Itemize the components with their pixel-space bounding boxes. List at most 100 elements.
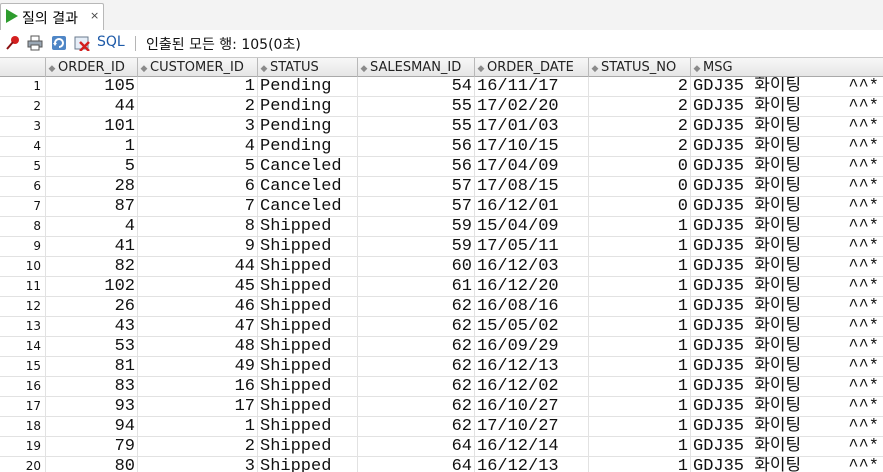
- cell-msg[interactable]: GDJ35 화이팅 ^^*: [691, 137, 883, 156]
- cell-status[interactable]: Shipped: [258, 437, 358, 456]
- cell-msg[interactable]: GDJ35 화이팅 ^^*: [691, 337, 883, 356]
- cell-salesman-id[interactable]: 55: [358, 97, 475, 116]
- cell-order-id[interactable]: 28: [46, 177, 138, 196]
- cell-salesman-id[interactable]: 59: [358, 237, 475, 256]
- cell-order-id[interactable]: 53: [46, 337, 138, 356]
- cell-msg[interactable]: GDJ35 화이팅 ^^*: [691, 417, 883, 436]
- cell-salesman-id[interactable]: 62: [358, 377, 475, 396]
- table-row[interactable]: 16 83 16 Shipped 62 16/12/02 1 GDJ35 화이팅 ^^*: [0, 377, 883, 397]
- cell-order-id[interactable]: 87: [46, 197, 138, 216]
- tab-query-result[interactable]: 질의 결과 ×: [0, 3, 104, 30]
- table-row[interactable]: 8 4 8 Shipped 59 15/04/09 1 GDJ35 화이팅 ^^*: [0, 217, 883, 237]
- cell-status-no[interactable]: 1: [589, 417, 691, 436]
- cell-msg[interactable]: GDJ35 화이팅 ^^*: [691, 277, 883, 296]
- table-row[interactable]: 10 82 44 Shipped 60 16/12/03 1 GDJ35 화이팅 ^^*: [0, 257, 883, 277]
- cell-msg[interactable]: GDJ35 화이팅 ^^*: [691, 457, 883, 472]
- cell-salesman-id[interactable]: 60: [358, 257, 475, 276]
- cell-status[interactable]: Shipped: [258, 377, 358, 396]
- cell-customer-id[interactable]: 48: [138, 337, 258, 356]
- cell-msg[interactable]: GDJ35 화이팅 ^^*: [691, 217, 883, 236]
- cell-order-date[interactable]: 16/08/16: [475, 297, 589, 316]
- table-row[interactable]: 5 5 5 Canceled 56 17/04/09 0 GDJ35 화이팅 ^^*: [0, 157, 883, 177]
- cell-customer-id[interactable]: 1: [138, 77, 258, 96]
- cell-order-date[interactable]: 17/04/09: [475, 157, 589, 176]
- cell-salesman-id[interactable]: 62: [358, 337, 475, 356]
- cell-status[interactable]: Canceled: [258, 197, 358, 216]
- cell-order-date[interactable]: 16/11/17: [475, 77, 589, 96]
- cell-status-no[interactable]: 1: [589, 357, 691, 376]
- cell-order-id[interactable]: 79: [46, 437, 138, 456]
- cell-customer-id[interactable]: 46: [138, 297, 258, 316]
- cell-salesman-id[interactable]: 57: [358, 197, 475, 216]
- table-row[interactable]: 11 102 45 Shipped 61 16/12/20 1 GDJ35 화이팅 ^^*: [0, 277, 883, 297]
- cell-order-id[interactable]: 43: [46, 317, 138, 336]
- column-header-customer-id[interactable]: ◆ CUSTOMER_ID: [138, 58, 258, 77]
- column-header-order-id[interactable]: ◆ ORDER_ID: [46, 58, 138, 77]
- cell-status[interactable]: Shipped: [258, 237, 358, 256]
- cell-status-no[interactable]: 0: [589, 197, 691, 216]
- cell-salesman-id[interactable]: 62: [358, 297, 475, 316]
- table-row[interactable]: 4 1 4 Pending 56 17/10/15 2 GDJ35 화이팅 ^^*: [0, 137, 883, 157]
- cell-msg[interactable]: GDJ35 화이팅 ^^*: [691, 197, 883, 216]
- cell-salesman-id[interactable]: 55: [358, 117, 475, 136]
- cell-status[interactable]: Canceled: [258, 177, 358, 196]
- cell-status-no[interactable]: 1: [589, 377, 691, 396]
- cell-order-date[interactable]: 16/12/02: [475, 377, 589, 396]
- cell-customer-id[interactable]: 4: [138, 137, 258, 156]
- column-header-order-date[interactable]: ◆ ORDER_DATE: [475, 58, 589, 77]
- cell-status-no[interactable]: 0: [589, 157, 691, 176]
- cell-salesman-id[interactable]: 62: [358, 397, 475, 416]
- cell-order-id[interactable]: 94: [46, 417, 138, 436]
- cell-customer-id[interactable]: 8: [138, 217, 258, 236]
- cell-status[interactable]: Pending: [258, 77, 358, 96]
- cell-salesman-id[interactable]: 62: [358, 357, 475, 376]
- cell-status[interactable]: Shipped: [258, 277, 358, 296]
- cell-status-no[interactable]: 1: [589, 397, 691, 416]
- cell-order-id[interactable]: 105: [46, 77, 138, 96]
- cell-status-no[interactable]: 2: [589, 77, 691, 96]
- cell-msg[interactable]: GDJ35 화이팅 ^^*: [691, 297, 883, 316]
- cell-order-id[interactable]: 80: [46, 457, 138, 472]
- cell-customer-id[interactable]: 17: [138, 397, 258, 416]
- print-icon[interactable]: [27, 35, 43, 51]
- cancel-query-icon[interactable]: [74, 35, 90, 51]
- cell-msg[interactable]: GDJ35 화이팅 ^^*: [691, 317, 883, 336]
- cell-order-date[interactable]: 17/01/03: [475, 117, 589, 136]
- cell-salesman-id[interactable]: 62: [358, 317, 475, 336]
- cell-msg[interactable]: GDJ35 화이팅 ^^*: [691, 397, 883, 416]
- cell-order-date[interactable]: 16/12/14: [475, 437, 589, 456]
- cell-status-no[interactable]: 2: [589, 117, 691, 136]
- cell-customer-id[interactable]: 5: [138, 157, 258, 176]
- cell-salesman-id[interactable]: 56: [358, 157, 475, 176]
- cell-status[interactable]: Pending: [258, 117, 358, 136]
- cell-order-date[interactable]: 16/12/13: [475, 457, 589, 472]
- column-header-msg[interactable]: ◆ MSG: [691, 58, 883, 77]
- cell-salesman-id[interactable]: 64: [358, 437, 475, 456]
- cell-status[interactable]: Pending: [258, 97, 358, 116]
- column-header-status[interactable]: ◆ STATUS: [258, 58, 358, 77]
- cell-customer-id[interactable]: 1: [138, 417, 258, 436]
- cell-msg[interactable]: GDJ35 화이팅 ^^*: [691, 157, 883, 176]
- cell-status-no[interactable]: 1: [589, 437, 691, 456]
- refresh-icon[interactable]: [51, 35, 67, 51]
- cell-customer-id[interactable]: 3: [138, 457, 258, 472]
- table-row[interactable]: 19 79 2 Shipped 64 16/12/14 1 GDJ35 화이팅 ^^*: [0, 437, 883, 457]
- cell-order-date[interactable]: 17/10/15: [475, 137, 589, 156]
- cell-status[interactable]: Shipped: [258, 257, 358, 276]
- cell-customer-id[interactable]: 44: [138, 257, 258, 276]
- table-row[interactable]: 17 93 17 Shipped 62 16/10/27 1 GDJ35 화이팅 ^^*: [0, 397, 883, 417]
- cell-order-date[interactable]: 16/12/03: [475, 257, 589, 276]
- cell-msg[interactable]: GDJ35 화이팅 ^^*: [691, 77, 883, 96]
- cell-status[interactable]: Shipped: [258, 297, 358, 316]
- cell-msg[interactable]: GDJ35 화이팅 ^^*: [691, 97, 883, 116]
- table-row[interactable]: 1 105 1 Pending 54 16/11/17 2 GDJ35 화이팅 ^^*: [0, 77, 883, 97]
- cell-customer-id[interactable]: 3: [138, 117, 258, 136]
- column-header-status-no[interactable]: ◆ STATUS_NO: [589, 58, 691, 77]
- cell-customer-id[interactable]: 45: [138, 277, 258, 296]
- pin-icon[interactable]: [5, 35, 21, 51]
- cell-customer-id[interactable]: 2: [138, 437, 258, 456]
- cell-status-no[interactable]: 1: [589, 277, 691, 296]
- cell-status[interactable]: Shipped: [258, 317, 358, 336]
- table-row[interactable]: 15 81 49 Shipped 62 16/12/13 1 GDJ35 화이팅 ^^*: [0, 357, 883, 377]
- sql-button[interactable]: SQL: [97, 34, 125, 50]
